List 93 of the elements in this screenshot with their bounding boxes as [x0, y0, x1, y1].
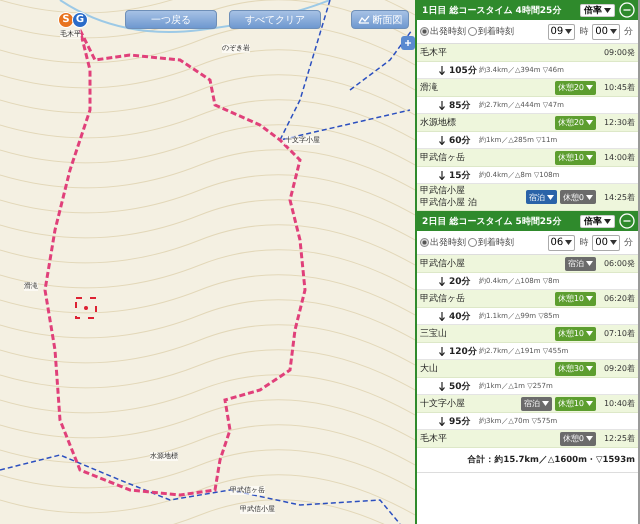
- crosshair-icon: [75, 297, 97, 319]
- time-mode-radio[interactable]: 到着時刻: [468, 25, 514, 38]
- down-arrow-icon: [439, 276, 445, 286]
- segment-duration: 20分: [449, 276, 472, 288]
- stop-name: 大山: [420, 362, 439, 374]
- caret-icon: [586, 296, 593, 301]
- caret-icon: [565, 29, 572, 34]
- segment-duration: 95分: [449, 416, 472, 428]
- arrival-time: 14:25着: [602, 192, 635, 202]
- rest-dropdown[interactable]: 休憩20: [554, 80, 596, 94]
- rest-dropdown[interactable]: 休憩0: [560, 432, 596, 446]
- arrival-time: 10:40着: [602, 398, 635, 409]
- rest-dropdown[interactable]: 休憩0: [560, 190, 596, 204]
- stop-name: 滑滝: [420, 82, 439, 94]
- segment-duration: 105分: [449, 64, 475, 76]
- caret-icon: [586, 366, 593, 371]
- minute-dropdown[interactable]: 00: [592, 24, 620, 40]
- arrival-time: 09:20着: [602, 363, 635, 374]
- minute-unit: 分: [624, 26, 633, 38]
- stop-name: 甲武信小屋: [420, 185, 466, 197]
- collapse-button[interactable]: [619, 213, 635, 229]
- arrival-time: 12:30着: [602, 117, 635, 128]
- elevation-profile-icon: [358, 15, 370, 24]
- zoom-in-button[interactable]: +: [401, 36, 415, 50]
- arrival-time: 14:00着: [602, 152, 635, 163]
- stop-name: 甲武信ヶ岳: [420, 152, 466, 164]
- arrival-time: 10:45着: [602, 82, 635, 93]
- down-arrow-icon: [439, 66, 445, 74]
- hour-unit: 時: [579, 26, 588, 38]
- arrival-time: 06:20着: [602, 293, 635, 304]
- down-arrow-icon: [439, 312, 445, 320]
- caret-icon: [586, 194, 593, 200]
- caret-icon: [586, 401, 593, 406]
- rest-dropdown[interactable]: 休憩10: [554, 150, 596, 164]
- caret-icon: [586, 85, 593, 90]
- arrival-time: 12:25着: [602, 433, 635, 444]
- segment-duration: 15分: [449, 170, 472, 182]
- caret-icon: [586, 120, 593, 125]
- day-title: 1日目 総コースタイム 4時間25分: [422, 4, 562, 16]
- rate-dropdown[interactable]: 倍率: [580, 4, 615, 16]
- stop-name: 三宝山: [420, 328, 448, 340]
- time-mode-radio[interactable]: 出発時刻: [420, 236, 466, 249]
- stay-dropdown[interactable]: 宿泊: [565, 256, 596, 270]
- segment-duration: 40分: [449, 310, 472, 322]
- rate-dropdown[interactable]: 倍率: [580, 214, 615, 228]
- segment-duration: 50分: [449, 380, 472, 392]
- stop-name: 水源地標: [420, 116, 457, 128]
- minute-dropdown[interactable]: 00: [592, 234, 620, 250]
- stop-name: 甲武信ヶ岳: [420, 292, 466, 304]
- arrival-time: 09:00発: [602, 47, 635, 58]
- caret-icon: [542, 401, 549, 406]
- hour-dropdown[interactable]: 06: [548, 234, 576, 250]
- rest-dropdown[interactable]: 休憩20: [554, 116, 596, 130]
- caret-icon: [604, 218, 611, 224]
- rest-dropdown[interactable]: 休憩10: [554, 396, 596, 410]
- down-arrow-icon: [439, 170, 445, 180]
- caret-icon: [604, 8, 611, 12]
- total-summary: 合計：約15.7km／△1600m・▽1593m: [467, 454, 635, 466]
- down-arrow-icon: [439, 136, 445, 144]
- stop-name: 毛木平: [420, 46, 448, 58]
- time-mode-radio[interactable]: 到着時刻: [468, 236, 514, 249]
- segment-duration: 60分: [449, 134, 472, 146]
- minute-unit: 分: [624, 236, 633, 249]
- segment-duration: 85分: [449, 100, 472, 112]
- down-arrow-icon: [439, 382, 445, 390]
- time-mode-radio[interactable]: 出発時刻: [420, 25, 466, 38]
- arrival-time: 07:10着: [602, 328, 635, 339]
- collapse-button[interactable]: [619, 2, 635, 18]
- caret-icon: [565, 240, 572, 245]
- hour-unit: 時: [579, 236, 588, 249]
- stop-note: 甲武信小屋 泊: [420, 197, 478, 209]
- caret-icon: [586, 261, 593, 266]
- hour-dropdown[interactable]: 09: [548, 24, 576, 40]
- stop-name: 毛木平: [420, 432, 448, 444]
- arrival-time: 06:00発: [602, 258, 635, 269]
- rest-dropdown[interactable]: 休憩10: [554, 326, 596, 340]
- stop-name: 十文字小屋: [420, 398, 466, 410]
- caret-icon: [586, 155, 593, 160]
- day-title: 2日目 総コースタイム 5時間25分: [422, 215, 562, 228]
- stay-dropdown[interactable]: 宿泊: [526, 190, 557, 204]
- rest-dropdown[interactable]: 休憩30: [554, 362, 596, 376]
- segment-duration: 120分: [449, 346, 475, 358]
- rest-dropdown[interactable]: 休憩10: [554, 292, 596, 306]
- caret-icon: [586, 436, 593, 441]
- caret-icon: [610, 29, 617, 34]
- down-arrow-icon: [439, 346, 445, 356]
- caret-icon: [610, 240, 617, 245]
- stop-name: 甲武信小屋: [420, 258, 466, 270]
- caret-icon: [546, 194, 554, 200]
- down-arrow-icon: [439, 100, 445, 110]
- stay-dropdown[interactable]: 宿泊: [520, 396, 552, 410]
- caret-icon: [586, 331, 593, 336]
- down-arrow-icon: [439, 416, 445, 426]
